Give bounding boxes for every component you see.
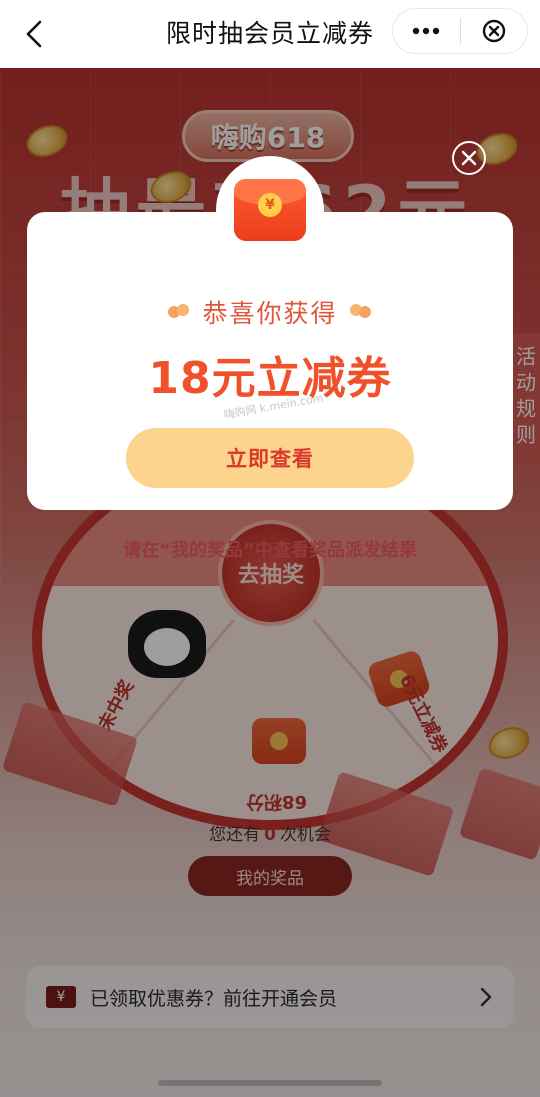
envelope-badge: ¥ [216, 156, 324, 264]
more-button[interactable] [393, 9, 460, 53]
congrats-row: 恭喜你获得 [27, 294, 513, 330]
red-envelope-icon: ¥ [234, 179, 306, 241]
dots-decoration-icon [349, 304, 372, 320]
close-icon [461, 150, 477, 166]
prize-name: 18元立减券 [148, 353, 392, 404]
view-now-button[interactable]: 立即查看 [126, 428, 414, 488]
mini-program-capsule [392, 8, 528, 54]
more-dots-icon [413, 27, 440, 35]
yen-coin: ¥ [258, 193, 282, 217]
modal-close-button[interactable] [452, 141, 486, 175]
top-nav-bar: 限时抽会员立减券 [0, 0, 540, 68]
close-circle-icon [482, 19, 505, 43]
dots-decoration-icon [168, 304, 190, 320]
close-miniprogram-button[interactable] [461, 9, 528, 53]
congrats-text: 恭喜你获得 [202, 299, 338, 328]
